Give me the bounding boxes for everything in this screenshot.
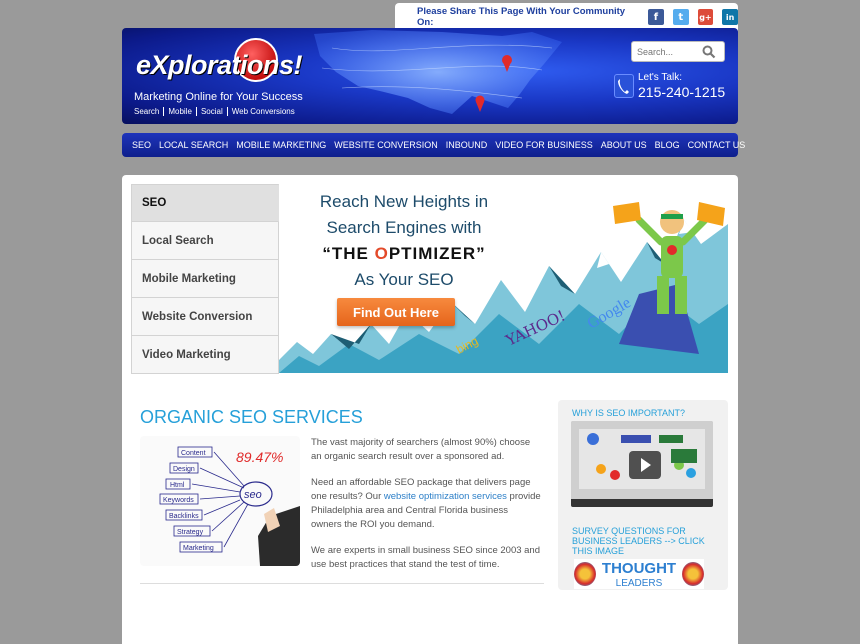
tab-seo[interactable]: SEO [131,184,292,222]
share-label: Please Share This Page With Your Communi… [417,6,626,28]
main-content: SEO Local Search Mobile Marketing Websit… [122,175,738,644]
header-sublinks: Search Mobile Social Web Conversions [134,107,299,116]
search-box [631,41,725,62]
hero-banner[interactable]: bing YAHOO! Google Reach New Heights in … [279,184,728,373]
tab-mobile-marketing[interactable]: Mobile Marketing [131,260,279,298]
nav-item-about-us[interactable]: ABOUT US [597,140,651,150]
svg-text:89.47%: 89.47% [236,449,283,465]
svg-text:Backlinks: Backlinks [169,513,199,520]
thought-label: THOUGHT [601,559,677,577]
service-tabs: SEO Local Search Mobile Marketing Websit… [131,184,292,374]
nav-item-website-conversion[interactable]: WEBSITE CONVERSION [330,140,442,150]
svg-text:Content: Content [181,450,206,457]
leaders-label: LEADERS [615,577,663,589]
svg-text:Html: Html [170,482,185,489]
sublink-social[interactable]: Social [195,107,227,116]
svg-text:Strategy: Strategy [177,529,204,536]
page-heading: ORGANIC SEO SERVICES [140,407,363,427]
share-bar: Please Share This Page With Your Communi… [395,3,738,31]
thought-head-icon [682,562,704,586]
nav-item-local-search[interactable]: LOCAL SEARCH [155,140,232,150]
paragraph-2: Need an affordable SEO package that deli… [311,477,541,530]
sublink-search[interactable]: Search [134,107,163,116]
sidebar: WHY IS SEO IMPORTANT? SURVEY QUESTIONS F… [558,400,728,590]
tab-website-conversion[interactable]: Website Conversion [131,298,279,336]
paragraph-3: We are experts in small business SEO sin… [311,545,540,570]
nav-item-seo[interactable]: SEO [128,140,155,150]
svg-text:Marketing: Marketing [183,545,214,552]
thought-head-icon [574,562,596,586]
linkedin-icon[interactable]: in [722,9,738,25]
seo-diagram-image: Content Design Html Keywords Backlinks S… [140,436,300,566]
phone-number[interactable]: 215-240-1215 [638,84,725,100]
nav-item-blog[interactable]: BLOG [651,140,684,150]
logo-text: eXplorations! [136,50,303,80]
banner-line-1: Reach New Heights in [319,192,489,211]
tagline: Marketing Online for Your Success [134,91,303,103]
video-controls[interactable] [571,499,713,507]
svg-text:Keywords: Keywords [163,497,194,504]
nav-item-contact-us[interactable]: CONTACT US [684,140,750,150]
sublink-mobile[interactable]: Mobile [163,107,196,116]
svg-text:seo: seo [244,489,262,501]
google-plus-icon[interactable]: g+ [697,9,714,25]
paragraph-1: The vast majority of searchers (almost 9… [311,437,531,462]
banner-line-2: Search Engines with [326,218,482,237]
tab-local-search[interactable]: Local Search [131,222,279,260]
phone-icon [614,74,634,98]
thought-leaders-image[interactable]: THOUGHT LEADERS [574,559,704,589]
banner-line-4: As Your SEO [354,270,454,289]
nav-item-video-for-business[interactable]: VIDEO FOR BUSINESS [491,140,597,150]
main-nav: SEO LOCAL SEARCH MOBILE MARKETING WEBSIT… [122,133,745,157]
twitter-icon[interactable]: t [672,9,689,25]
survey-title[interactable]: SURVEY QUESTIONS FOR BUSINESS LEADERS --… [572,526,722,556]
facebook-icon[interactable]: f [648,9,664,25]
usa-map-graphic [314,30,562,114]
lets-talk-label: Let's Talk: [638,72,682,83]
find-out-here-button[interactable]: Find Out Here [337,298,455,326]
tab-video-marketing[interactable]: Video Marketing [131,336,279,374]
why-seo-title: WHY IS SEO IMPORTANT? [572,408,686,418]
search-icon[interactable] [702,45,716,59]
banner-line-3: “THE OPTIMIZER” [322,244,486,263]
site-header: eXplorations! Marketing Online for Your … [122,28,738,124]
nav-item-mobile-marketing[interactable]: MOBILE MARKETING [232,140,330,150]
search-input[interactable] [637,46,701,57]
nav-item-inbound[interactable]: INBOUND [442,140,492,150]
play-icon[interactable] [629,451,661,479]
website-optimization-link[interactable]: website optimization services [384,491,507,502]
svg-text:Design: Design [173,466,195,473]
banner-headline: Reach New Heights in Search Engines with… [279,189,529,293]
site-logo[interactable]: eXplorations! [134,38,304,90]
video-player[interactable] [571,421,713,507]
sublink-web-conversions[interactable]: Web Conversions [226,107,299,116]
content-divider [140,583,544,584]
